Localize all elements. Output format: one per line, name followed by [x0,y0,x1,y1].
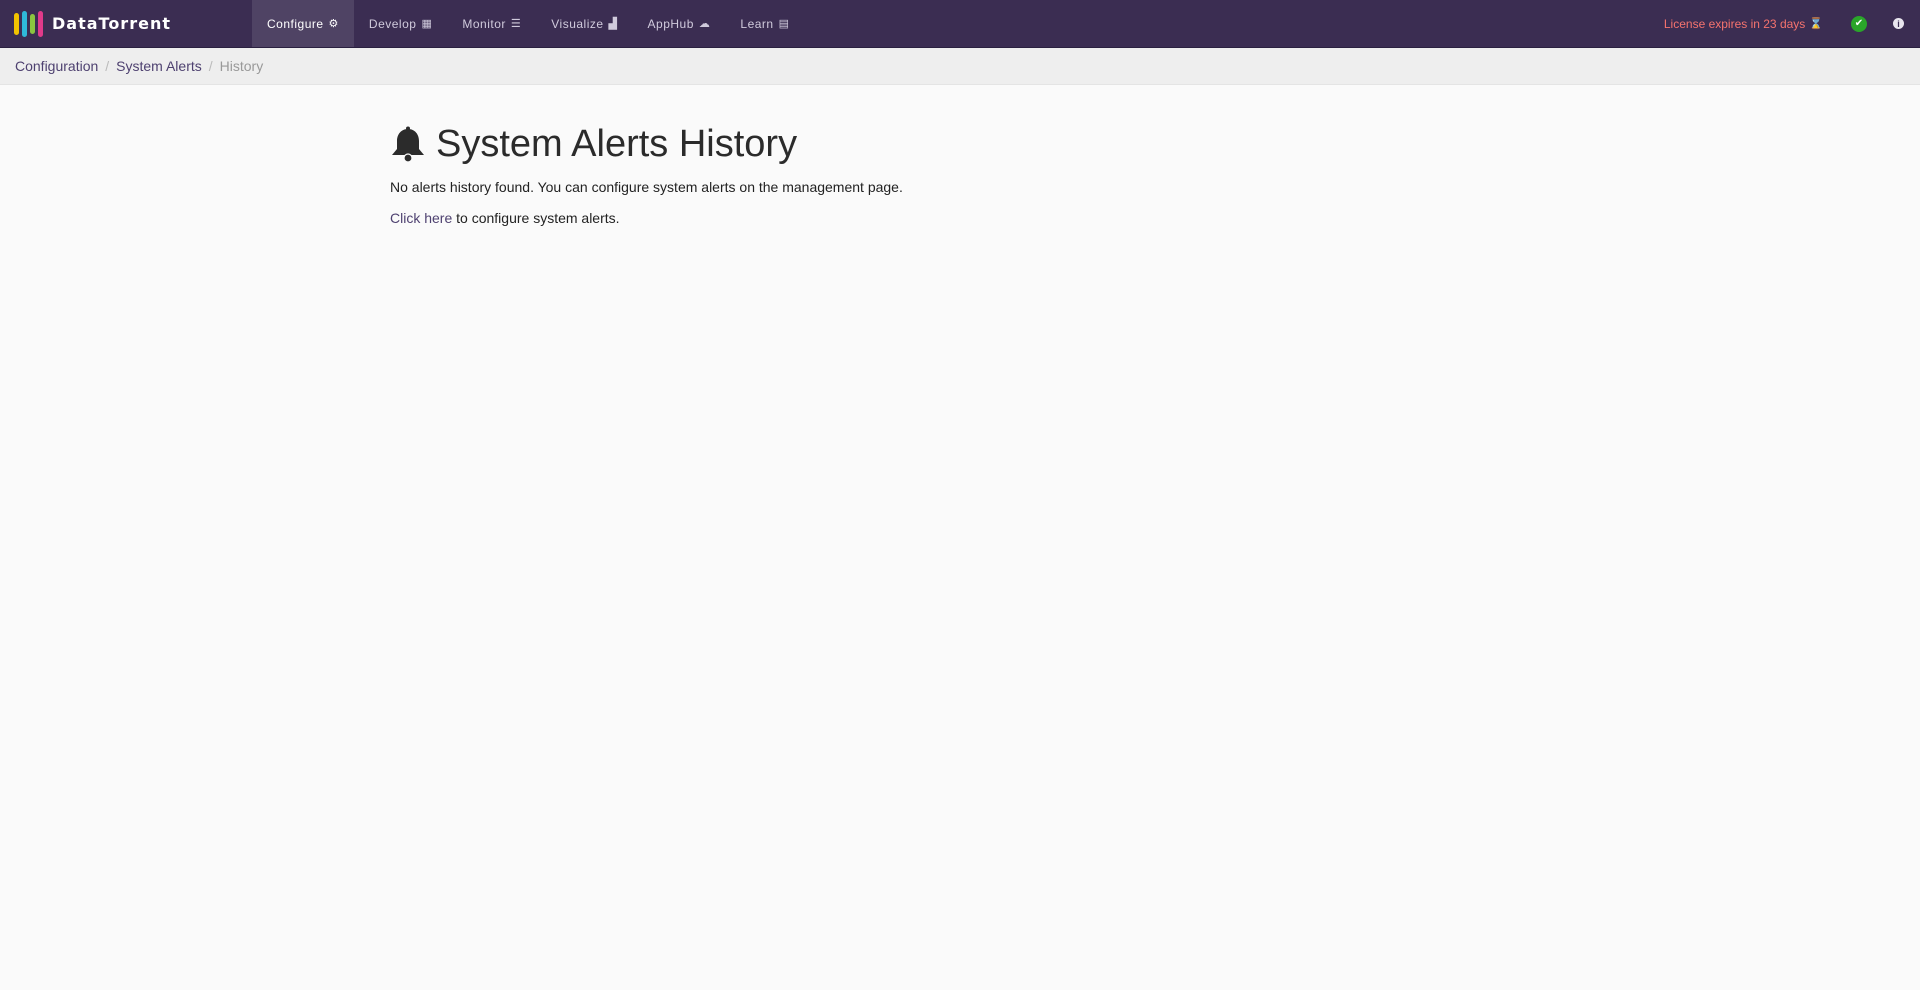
datatorrent-logo-icon [14,10,43,38]
list-icon: ☰ [510,18,522,30]
bell-icon [392,126,424,163]
hourglass-icon: ⌛ [1809,18,1823,30]
nav-apphub-label: AppHub [647,16,694,31]
nav-develop-label: Develop [368,16,417,31]
nav-apphub[interactable]: AppHub ☁ [633,0,726,47]
system-status-button[interactable]: ✔ [1841,0,1893,47]
no-alerts-message: No alerts history found. You can configu… [390,179,903,195]
top-navbar: DataTorrent Configure ⚙ Develop ▦ Monito… [0,0,1920,48]
license-expiry-link[interactable]: License expires in 23 days ⌛ [1664,0,1841,47]
nav-visualize-label: Visualize [551,16,604,31]
configure-alerts-suffix: to configure system alerts. [452,210,620,226]
configure-alerts-link[interactable]: Click here [390,210,452,226]
nav-develop[interactable]: Develop ▦ [354,0,447,47]
main-content: System Alerts History No alerts history … [0,85,1920,226]
nav-monitor[interactable]: Monitor ☰ [447,0,536,47]
gear-icon: ⚙ [328,18,339,30]
breadcrumb-system-alerts[interactable]: System Alerts [116,58,202,74]
info-button[interactable]: i [1893,0,1920,47]
check-circle-icon: ✔ [1851,15,1867,32]
breadcrumb-separator: / [208,58,213,74]
nav-learn-label: Learn [740,16,774,31]
nav-monitor-label: Monitor [462,16,506,31]
nav-visualize[interactable]: Visualize ▟ [536,0,632,47]
bar-chart-icon: ▟ [608,18,618,30]
page-title-text: System Alerts History [436,123,798,165]
grid-icon: ▦ [421,18,433,30]
brand-name: DataTorrent [52,14,171,33]
main-nav: Configure ⚙ Develop ▦ Monitor ☰ Visualiz… [252,0,805,47]
cloud-icon: ☁ [698,18,711,30]
breadcrumb-history: History [219,58,264,74]
configure-alerts-line: Click here to configure system alerts. [390,210,1920,226]
info-icon: i [1893,18,1904,29]
nav-configure[interactable]: Configure ⚙ [252,0,354,47]
brand-logo-link[interactable]: DataTorrent [0,0,252,47]
breadcrumb-separator: / [105,58,110,74]
nav-configure-label: Configure [267,16,324,31]
breadcrumb: Configuration / System Alerts / History [0,48,1920,85]
book-icon: ▤ [778,18,790,30]
breadcrumb-configuration[interactable]: Configuration [15,58,98,74]
page-title: System Alerts History [390,123,1920,166]
nav-learn[interactable]: Learn ▤ [725,0,804,47]
license-text: License expires in 23 days [1663,16,1806,31]
